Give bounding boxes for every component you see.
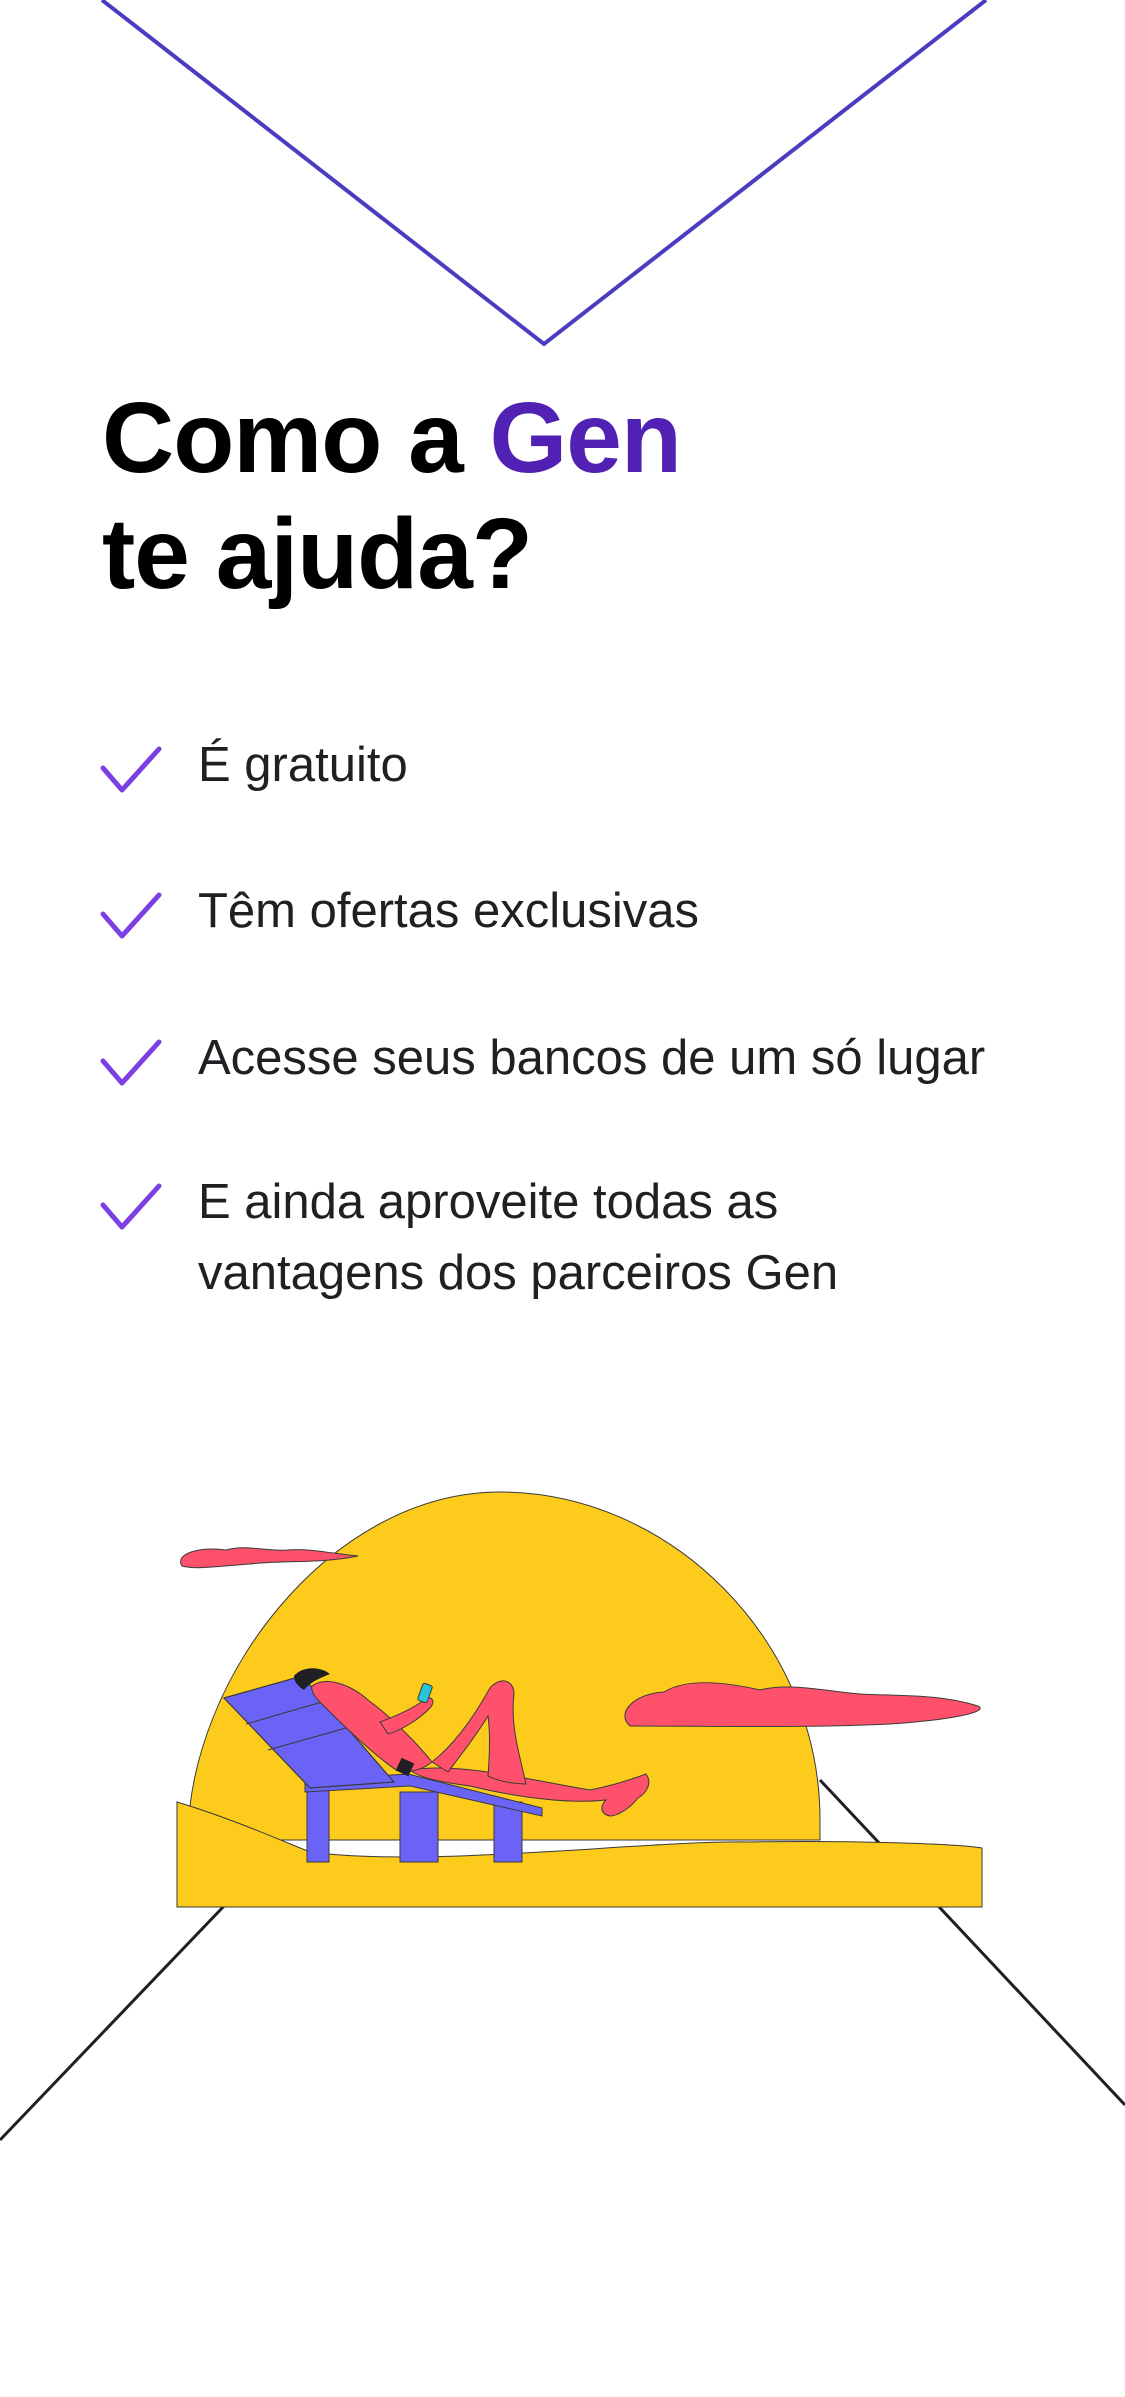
title-line2: te ajuda? [102,498,533,610]
top-chevron-line [100,0,988,347]
feature-item-offers: Têm ofertas exclusivas [100,876,699,947]
feature-text: E ainda aproveite todas as vantagens dos… [198,1175,839,1300]
check-icon [100,1039,162,1086]
chair-leg [399,1791,439,1863]
feature-item-banks: Acesse seus bancos de um só lugar [100,1023,985,1094]
beach-illustration [176,1491,983,1908]
feature-text: Têm ofertas exclusivas [198,884,700,938]
check-icon [100,892,162,939]
page-title: Como a Gen te ajuda? [102,380,682,612]
feature-text: É gratuito [198,738,408,792]
cloud-right [624,1682,981,1727]
check-icon [100,746,162,793]
feature-item-partners: E ainda aproveite todas as vantagens dos… [100,1167,958,1309]
bottom-left-line [0,1903,227,2142]
title-brand: Gen [489,382,681,494]
chair-leg [306,1789,330,1863]
title-prefix: Como a [102,382,490,494]
feature-item-free: É gratuito [100,730,408,801]
feature-text: Acesse seus bancos de um só lugar [198,1031,986,1085]
check-icon [100,1183,162,1230]
